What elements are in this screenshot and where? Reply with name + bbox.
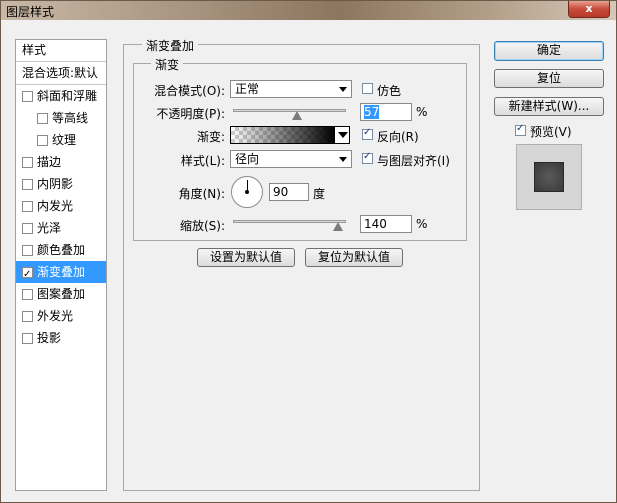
align-layer-checkbox[interactable]: [362, 151, 373, 164]
angle-input[interactable]: 90: [269, 183, 309, 201]
group-title: 渐变: [151, 56, 184, 73]
sidebar-item-label: 描边: [37, 155, 62, 169]
preview-thumbnail: [516, 144, 582, 210]
angle-dial[interactable]: [231, 176, 263, 208]
dither-label: 仿色: [377, 84, 402, 98]
scale-value: 140: [364, 217, 387, 231]
sidebar-item-outer-glow[interactable]: 外发光: [16, 305, 106, 327]
stroke-checkbox[interactable]: [22, 157, 33, 168]
align-layer-label: 与图层对齐(I): [377, 154, 450, 168]
opacity-unit: %: [416, 105, 428, 119]
scale-slider-track[interactable]: [233, 220, 346, 223]
sidebar-item-label: 颜色叠加: [37, 243, 86, 257]
reset-button[interactable]: 复位: [494, 69, 604, 88]
scale-label: 缩放(S):: [179, 219, 225, 233]
scale-unit: %: [416, 217, 428, 231]
gradient-overlay-checkbox[interactable]: [22, 264, 33, 283]
ok-button[interactable]: 确定: [494, 41, 604, 61]
reset-default-button[interactable]: 复位为默认值: [305, 248, 403, 267]
sidebar-item-inner-shadow[interactable]: 内阴影: [16, 173, 106, 195]
sidebar-item-drop-shadow[interactable]: 投影: [16, 327, 106, 349]
scale-input[interactable]: 140: [360, 215, 412, 233]
sidebar-item-label: 渐变叠加: [37, 265, 86, 279]
sidebar-item-color-overlay[interactable]: 颜色叠加: [16, 239, 106, 261]
scale-slider-thumb[interactable]: [333, 222, 344, 231]
styles-header[interactable]: 样式: [16, 40, 106, 62]
sidebar-item-bevel-emboss[interactable]: 斜面和浮雕: [16, 85, 106, 107]
sidebar-item-label: 光泽: [37, 221, 62, 235]
angle-unit: 度: [313, 187, 326, 201]
reverse-checkbox[interactable]: [362, 127, 373, 140]
style-list: 样式 混合选项:默认 斜面和浮雕 等高线 纹理 描边 内阴影 内发光 光泽 颜色…: [15, 39, 107, 491]
opacity-value: 57: [364, 105, 380, 119]
chevron-down-icon: [338, 132, 348, 138]
reverse-label: 反向(R): [377, 130, 419, 144]
angle-center: [245, 190, 249, 194]
blend-mode-select[interactable]: 正常: [230, 80, 352, 98]
opacity-label: 不透明度(P):: [156, 107, 225, 121]
sidebar-item-label: 图案叠加: [37, 287, 86, 301]
blend-mode-value: 正常: [235, 82, 260, 96]
color-overlay-checkbox[interactable]: [22, 245, 33, 256]
inner-shadow-checkbox[interactable]: [22, 179, 33, 190]
sidebar-item-label: 斜面和浮雕: [37, 89, 98, 103]
sidebar-item-stroke[interactable]: 描边: [16, 151, 106, 173]
angle-value: 90: [273, 185, 289, 199]
dither-checkbox[interactable]: [362, 83, 373, 94]
gradient-label: 渐变:: [196, 130, 225, 144]
opacity-slider-thumb[interactable]: [292, 111, 303, 120]
opacity-slider-track[interactable]: [233, 109, 346, 112]
bevel-emboss-checkbox[interactable]: [22, 91, 33, 102]
sidebar-item-texture[interactable]: 纹理: [16, 129, 106, 151]
style-select[interactable]: 径向: [230, 150, 352, 168]
pattern-overlay-checkbox[interactable]: [22, 289, 33, 300]
close-button[interactable]: x: [568, 1, 610, 18]
sidebar-item-inner-glow[interactable]: 内发光: [16, 195, 106, 217]
satin-checkbox[interactable]: [22, 223, 33, 234]
preview-label: 预览(V): [530, 125, 572, 139]
sidebar-item-gradient-overlay[interactable]: 渐变叠加: [16, 261, 106, 283]
contour-checkbox[interactable]: [37, 113, 48, 124]
outer-glow-checkbox[interactable]: [22, 311, 33, 322]
panel-title: 渐变叠加: [142, 37, 199, 54]
sidebar-item-label: 纹理: [52, 133, 77, 147]
sidebar-item-label: 外发光: [37, 309, 74, 323]
dialog-title: 图层样式: [6, 5, 55, 19]
sidebar-item-label: 内阴影: [37, 177, 74, 191]
sidebar-item-label: 内发光: [37, 199, 74, 213]
layer-style-dialog: 图层样式 x 样式 混合选项:默认 斜面和浮雕 等高线 纹理 描边 内阴影 内发…: [0, 0, 617, 503]
style-value: 径向: [235, 152, 260, 166]
angle-label: 角度(N):: [178, 187, 225, 201]
texture-checkbox[interactable]: [37, 135, 48, 146]
blend-mode-label: 混合模式(O):: [154, 84, 225, 98]
chevron-down-icon: [339, 157, 347, 162]
drop-shadow-checkbox[interactable]: [22, 333, 33, 344]
new-style-button[interactable]: 新建样式(W)...: [494, 97, 604, 116]
make-default-button[interactable]: 设置为默认值: [197, 248, 295, 267]
inner-glow-checkbox[interactable]: [22, 201, 33, 212]
gradient-preview[interactable]: [230, 126, 336, 144]
preview-swatch: [534, 162, 564, 192]
sidebar-item-satin[interactable]: 光泽: [16, 217, 106, 239]
title-bar[interactable]: 图层样式 x: [1, 1, 616, 20]
sidebar-item-contour[interactable]: 等高线: [16, 107, 106, 129]
gradient-picker-button[interactable]: [334, 126, 350, 144]
style-label: 样式(L):: [180, 154, 225, 168]
sidebar-item-label: 投影: [37, 331, 62, 345]
chevron-down-icon: [339, 87, 347, 92]
opacity-input[interactable]: 57: [360, 103, 412, 121]
sidebar-item-label: 等高线: [52, 111, 89, 125]
preview-checkbox[interactable]: [515, 123, 526, 136]
sidebar-item-pattern-overlay[interactable]: 图案叠加: [16, 283, 106, 305]
blend-options-item[interactable]: 混合选项:默认: [16, 62, 106, 85]
